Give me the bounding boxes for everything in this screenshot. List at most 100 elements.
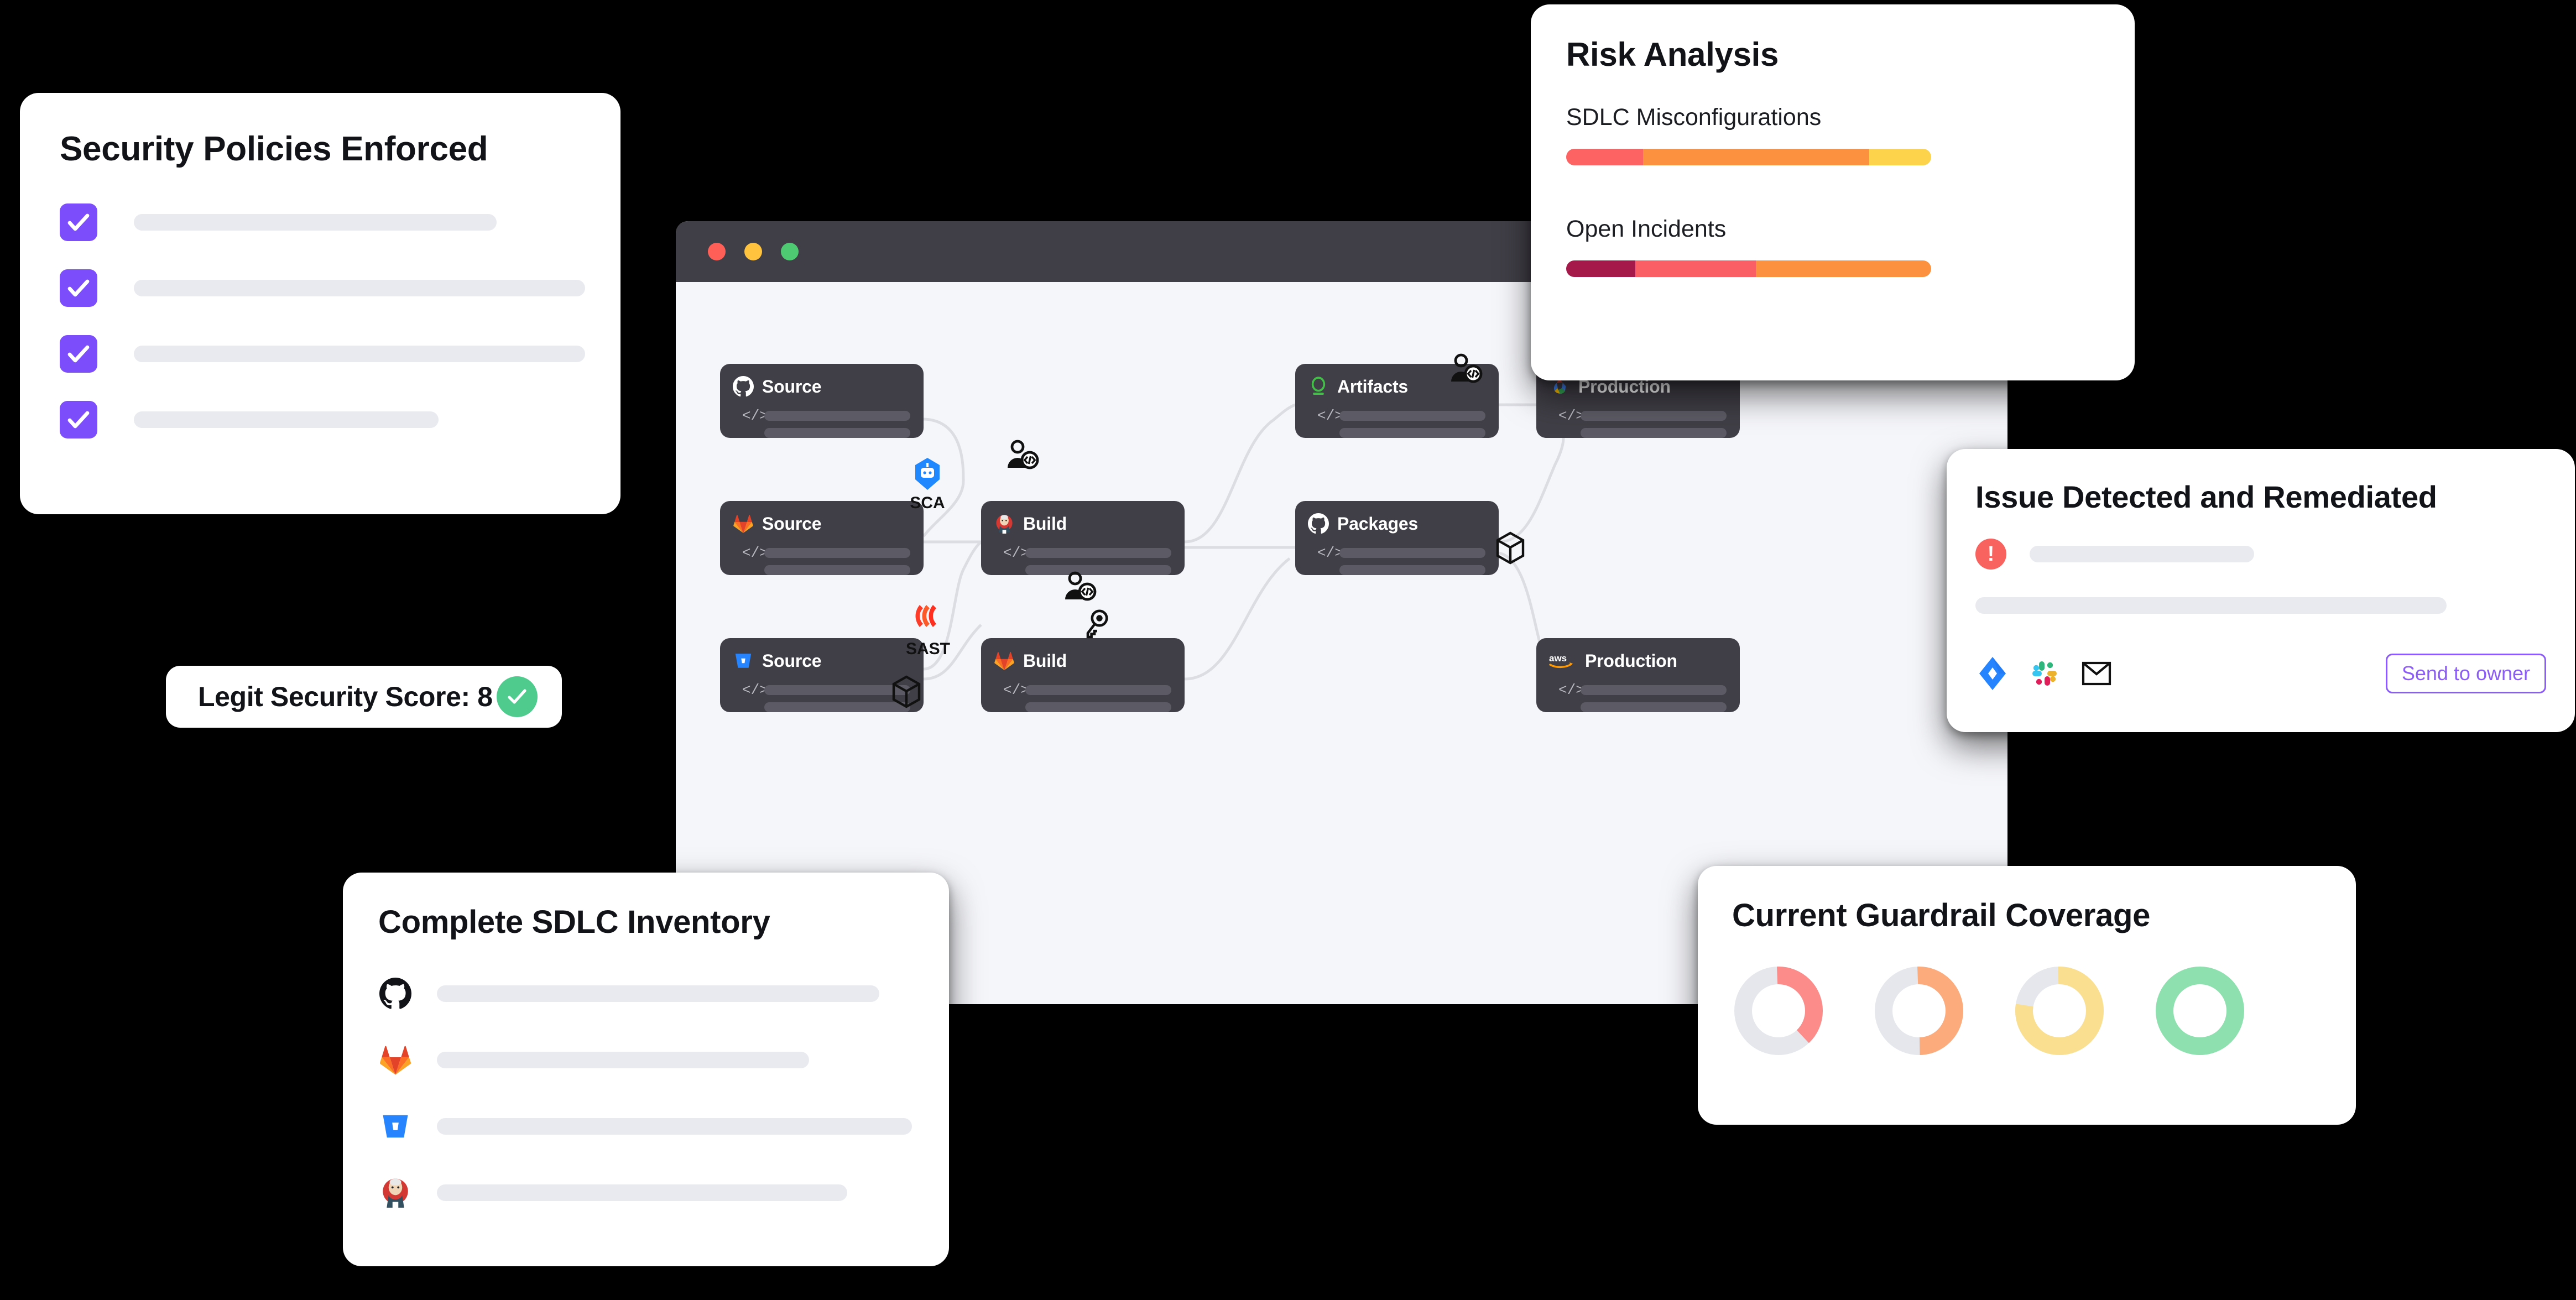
maximize-dot[interactable] [781, 243, 799, 260]
security-score-badge[interactable]: Legit Security Score: 8 [166, 666, 562, 728]
bitbucket-icon [378, 1109, 413, 1144]
node-header: aws Production [1536, 638, 1740, 676]
list-item[interactable] [60, 203, 585, 241]
email-icon[interactable] [2079, 656, 2114, 691]
github-icon [378, 977, 413, 1011]
node-skeleton-bar [764, 548, 910, 558]
node-skeleton-bar [1339, 548, 1485, 558]
list-item[interactable] [60, 401, 585, 438]
risk-metric: Open Incidents [1566, 216, 2099, 277]
check-icon[interactable] [60, 401, 97, 438]
developer-icon [1449, 353, 1483, 388]
node-skeleton-bar [764, 702, 910, 712]
cube-icon [1494, 531, 1526, 568]
scanner-badge-sca[interactable]: SCA [897, 458, 958, 513]
risk-analysis-card: Risk Analysis SDLC Misconfigurations Ope… [1531, 4, 2135, 380]
node-body: </> [1295, 539, 1499, 575]
key-icon [1084, 608, 1109, 645]
inventory-skeleton-bar [437, 985, 880, 1002]
risk-metric: SDLC Misconfigurations [1566, 104, 2099, 165]
jira-icon[interactable] [1975, 656, 2010, 691]
pipeline-node[interactable]: Source </> [720, 364, 924, 438]
scanner-badge-sast[interactable]: SAST [895, 604, 961, 659]
node-skeleton-bar [764, 411, 910, 421]
risk-metric-label: Open Incidents [1566, 216, 1727, 242]
code-icon: </> [1003, 682, 1029, 698]
code-icon: </> [1558, 408, 1584, 424]
code-icon: </> [742, 545, 768, 561]
node-skeleton-bar [1025, 702, 1171, 712]
composition-stage: Source </> Source </> Source </> Build <… [0, 0, 2576, 1300]
node-skeleton-bar [1339, 565, 1485, 575]
node-body: </> [1536, 676, 1740, 712]
guardrail-coverage-card: Current Guardrail Coverage [1698, 866, 2356, 1125]
node-label: Source [762, 650, 822, 671]
bitbucket-icon [732, 650, 754, 672]
donut-chart-group [1732, 964, 2246, 1057]
policy-skeleton-bar [134, 346, 585, 362]
policy-skeleton-bar [134, 280, 585, 296]
donut-chart [1734, 967, 1823, 1055]
node-label: Source [762, 376, 822, 396]
node-label: Packages [1337, 513, 1419, 534]
node-header: Source [720, 638, 924, 676]
pipeline-node[interactable]: Packages </> [1295, 501, 1499, 575]
pipeline-node[interactable]: Build </> [981, 638, 1185, 712]
developer-icon [1005, 439, 1040, 474]
pipeline-node[interactable]: aws Production </> [1536, 638, 1740, 712]
node-label: Build [1023, 650, 1067, 671]
node-skeleton-bar [764, 428, 910, 438]
list-item[interactable] [60, 269, 585, 307]
slack-icon[interactable] [2027, 656, 2062, 691]
check-icon[interactable] [60, 269, 97, 307]
page-title: Risk Analysis [1566, 36, 1779, 73]
github-icon [732, 375, 754, 398]
jenkins-icon [378, 1176, 413, 1210]
policy-skeleton-bar [134, 214, 497, 231]
issue-skeleton-bar [1975, 597, 2447, 614]
donut-chart [2015, 967, 2104, 1055]
dependabot-icon [913, 458, 942, 492]
pipeline-node[interactable]: Build </> [981, 501, 1185, 575]
close-dot[interactable] [708, 243, 726, 260]
gitlab-icon [732, 513, 754, 535]
semgrep-icon [912, 605, 944, 638]
page-title: Current Guardrail Coverage [1732, 897, 2151, 933]
list-item[interactable] [378, 1109, 918, 1144]
page-title: Issue Detected and Remediated [1975, 479, 2437, 514]
developer-icon [1063, 571, 1097, 605]
code-icon: </> [1558, 682, 1584, 698]
code-icon: </> [1003, 545, 1029, 561]
send-to-owner-button[interactable]: Send to owner [2385, 654, 2546, 693]
code-icon: </> [1317, 408, 1343, 424]
minimize-dot[interactable] [744, 243, 762, 260]
node-body: </> [720, 539, 924, 575]
node-skeleton-bar [764, 685, 910, 695]
node-body: </> [1536, 401, 1740, 438]
node-label: Source [762, 513, 822, 534]
check-icon[interactable] [60, 335, 97, 373]
gitlab-icon [378, 1043, 413, 1077]
scanner-label: SCA [910, 494, 945, 512]
donut-chart [2156, 967, 2244, 1055]
list-item[interactable] [60, 335, 585, 373]
issue-detected-card: Issue Detected and Remediated ! Send to … [1947, 449, 2575, 732]
gitlab-icon [993, 650, 1015, 672]
pipeline-node[interactable]: Source </> [720, 501, 924, 575]
github-icon [1307, 513, 1329, 535]
node-label: Artifacts [1337, 376, 1409, 396]
jfrog-icon [1307, 375, 1329, 398]
node-header: Packages [1295, 501, 1499, 539]
node-body: </> [981, 676, 1185, 712]
check-icon[interactable] [60, 203, 97, 241]
donut-chart [1875, 967, 1963, 1055]
list-item[interactable] [378, 977, 918, 1011]
scanner-label: SAST [905, 640, 950, 658]
list-item[interactable] [378, 1176, 918, 1210]
node-skeleton-bar [764, 565, 910, 575]
risk-segment [1756, 260, 1931, 277]
node-header: Build [981, 501, 1185, 539]
list-item[interactable] [378, 1043, 918, 1077]
node-header: Source [720, 501, 924, 539]
risk-progress-bar [1566, 260, 1931, 277]
